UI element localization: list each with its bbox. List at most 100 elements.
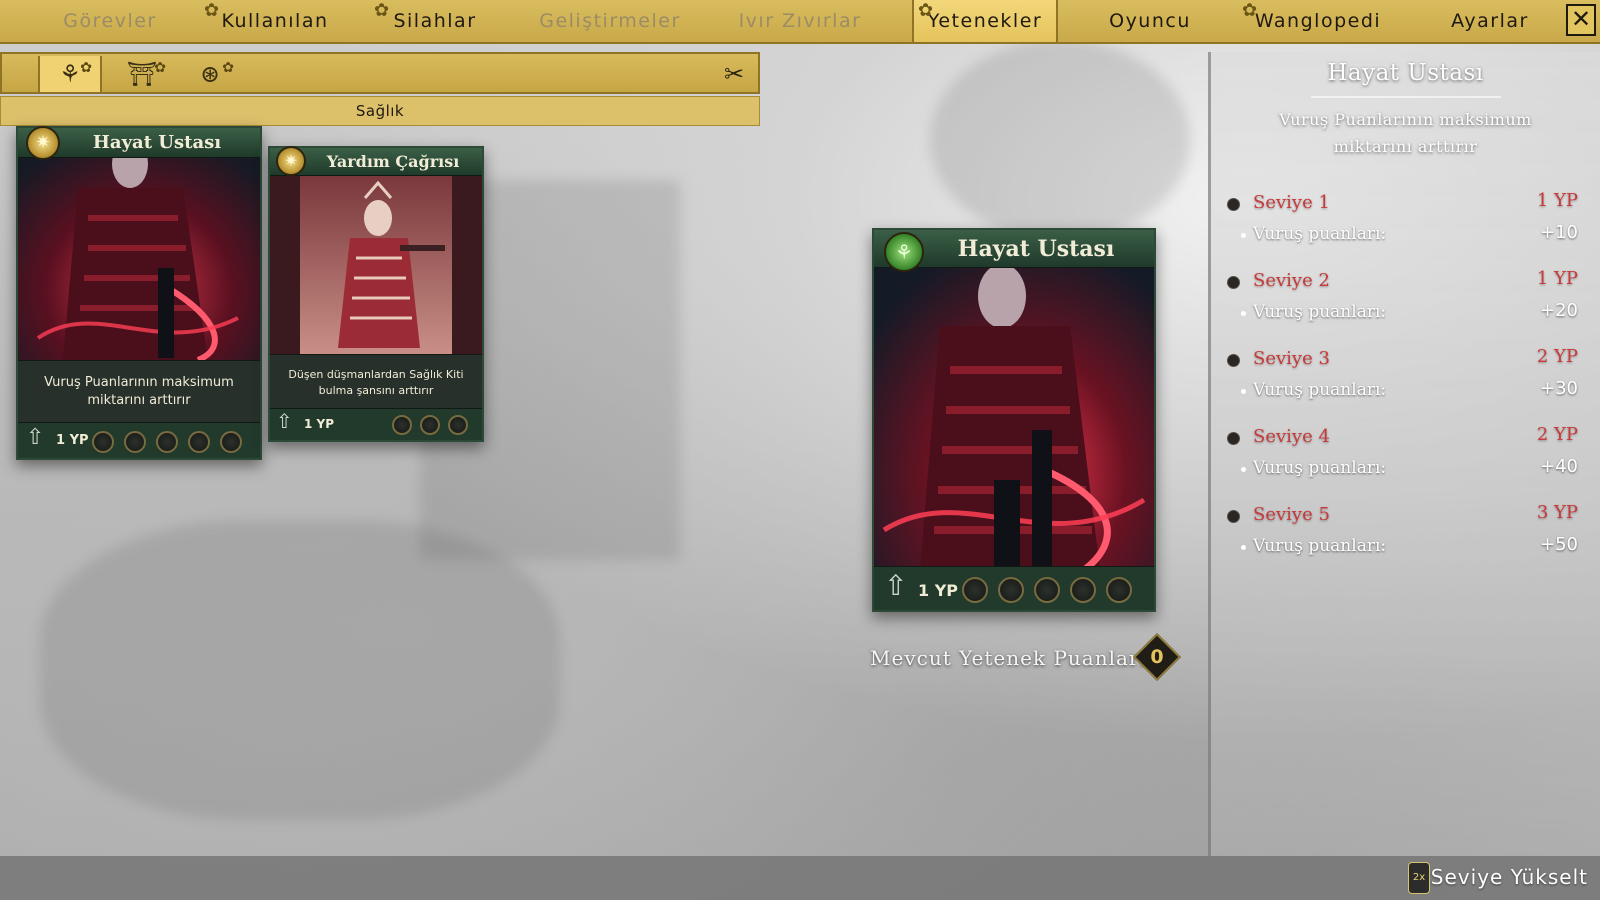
stat-value: +40 (1540, 456, 1578, 477)
level-cost: 1 YP (1536, 268, 1578, 289)
priest-art-image (270, 148, 482, 354)
stat-value: +30 (1540, 378, 1578, 399)
tab-kullanilan[interactable]: ✿ Kullanılan (200, 0, 350, 42)
card-footer: ⇧ 1 YP (874, 566, 1154, 610)
tab-label: Görevler (63, 10, 157, 32)
upgrade-arrow-icon: ⇧ (26, 425, 45, 450)
level-row: Seviye 4 2 YP (1211, 424, 1600, 454)
level-status-dot (1227, 354, 1240, 367)
level-pip (1070, 577, 1096, 603)
skill-preview-card: Hayat Ustası ⚘ ⇧ 1 YP (872, 228, 1156, 612)
level-row: Seviye 1 1 YP (1211, 190, 1600, 220)
level-status-dot (1227, 276, 1240, 289)
level-status-dot (1227, 432, 1240, 445)
available-points-value: 0 (1150, 646, 1164, 668)
category-label: Sağlık (355, 102, 405, 120)
card-art (270, 148, 482, 354)
level-name: Seviye 3 (1253, 348, 1330, 369)
level-status-dot (1227, 510, 1240, 523)
bullet-icon (1241, 545, 1246, 550)
tab-wanglopedi[interactable]: ✿ Wanglopedi (1238, 0, 1398, 42)
level-name: Seviye 2 (1253, 270, 1330, 291)
card-title-text: Hayat Ustası (957, 236, 1115, 262)
card-description: Düşen düşmanlardan Sağlık Kiti bulma şan… (270, 354, 482, 410)
tab-silahlar[interactable]: ✿ Silahlar (370, 0, 500, 42)
title-divider (1311, 96, 1501, 98)
level-name: Seviye 4 (1253, 426, 1330, 447)
level-row: Seviye 3 2 YP (1211, 346, 1600, 376)
skill-detail-panel: Hayat Ustası Vuruş Puanlarının maksimum … (1208, 52, 1600, 856)
bullet-icon (1241, 233, 1246, 238)
torii-gate-icon[interactable]: ⛩ ✿ (110, 56, 174, 92)
stat-label: Vuruş puanları: (1253, 536, 1387, 556)
bonsai-emblem-icon: ⚘ (884, 232, 924, 272)
background-tree (930, 40, 1190, 240)
stat-row: Vuruş puanları: +20 (1211, 300, 1600, 328)
card-cost: 1 YP (918, 581, 959, 600)
level-cost: 3 YP (1536, 502, 1578, 523)
bullet-icon (1241, 311, 1246, 316)
gear-icon: ✿ (222, 60, 234, 76)
level-name: Seviye 5 (1253, 504, 1330, 525)
stat-value: +10 (1540, 222, 1578, 243)
lantern-icon[interactable]: ⊛ ✿ (178, 56, 242, 92)
upgrade-button[interactable]: Seviye Yükselt (1431, 865, 1588, 889)
tab-label: Wanglopedi (1254, 10, 1382, 32)
stat-value: +20 (1540, 300, 1578, 321)
level-pip (448, 415, 468, 435)
tab-yetenekler[interactable]: ✿ Yetenekler (912, 0, 1058, 42)
detail-title: Hayat Ustası (1327, 60, 1484, 86)
unequip-glyph: ✂ (723, 60, 745, 88)
card-footer: ⇧ 1 YP (18, 422, 260, 458)
card-description: Vuruş Puanlarının maksimum miktarını art… (18, 360, 260, 422)
warrior-art-image (874, 230, 1154, 570)
stat-row: Vuruş puanları: +30 (1211, 378, 1600, 406)
close-button[interactable]: ✕ (1566, 4, 1596, 36)
tab-oyuncu[interactable]: Oyuncu (1090, 0, 1210, 42)
level-pip (1106, 577, 1132, 603)
level-cost: 2 YP (1536, 424, 1578, 445)
tab-label: Oyuncu (1109, 10, 1191, 32)
tab-gelistirmeler[interactable]: Geliştirmeler (530, 0, 690, 42)
unequip-icon[interactable]: ✂ (716, 57, 752, 91)
card-description-text: Düşen düşmanlardan Sağlık Kiti bulma şan… (288, 367, 464, 397)
torii-gate-glyph: ⛩ (126, 60, 158, 88)
tab-label: Silahlar (393, 10, 477, 32)
level-pip (124, 431, 146, 453)
background-hill (40, 520, 560, 820)
gear-icon: ✿ (1242, 0, 1259, 21)
gear-icon: ✿ (154, 60, 166, 76)
upgrade-arrow-icon: ⇧ (884, 569, 908, 602)
card-art (874, 230, 1154, 570)
stat-value: +50 (1540, 534, 1578, 555)
top-navigation-bar: Görevler ✿ Kullanılan ✿ Silahlar Geliştirm… (0, 0, 1600, 44)
level-pip (220, 431, 242, 453)
card-cost: 1 YP (304, 417, 335, 431)
gear-icon: ✿ (204, 0, 221, 21)
card-cost: 1 YP (56, 433, 89, 448)
tab-ayarlar[interactable]: Ayarlar (1420, 0, 1560, 42)
tab-gorevler[interactable]: Görevler (40, 0, 180, 42)
card-description-text: Vuruş Puanlarının maksimum miktarını art… (44, 374, 234, 408)
warrior-art-image (18, 128, 260, 360)
level-name: Seviye 1 (1253, 192, 1330, 213)
tab-label: Yetenekler (927, 10, 1043, 32)
stat-row: Vuruş puanları: +40 (1211, 456, 1600, 484)
skill-tree-toolbar: ⚘ ✿ ⛩ ✿ ⊛ ✿ ✂ (0, 52, 760, 94)
skill-card-hayat-ustasi[interactable]: Hayat Ustası ✷ Vuruş Puanlarının maksimu… (16, 126, 262, 460)
bullet-icon (1241, 389, 1246, 394)
tab-ivir-zivirlar[interactable]: Ivır Zıvırlar (720, 0, 880, 42)
level-pip (392, 415, 412, 435)
skill-card-yardim-cagrisi[interactable]: Yardım Çağrısı ✷ Düşen düşmanlardan Sağl… (268, 146, 484, 442)
stat-row: Vuruş puanları: +10 (1211, 222, 1600, 250)
bonsai-icon[interactable]: ⚘ ✿ (38, 56, 102, 92)
level-status-dot (1227, 198, 1240, 211)
bottom-hint-bar: 2x Seviye Yükselt (0, 856, 1600, 900)
level-cost: 1 YP (1536, 190, 1578, 211)
detail-description: Vuruş Puanlarının maksimum miktarını art… (1279, 110, 1532, 156)
stat-label: Vuruş puanları: (1253, 302, 1387, 322)
gamepad-button-icon: 2x (1408, 862, 1430, 894)
card-art (18, 128, 260, 360)
level-row: Seviye 5 3 YP (1211, 502, 1600, 532)
close-icon: ✕ (1570, 5, 1592, 33)
